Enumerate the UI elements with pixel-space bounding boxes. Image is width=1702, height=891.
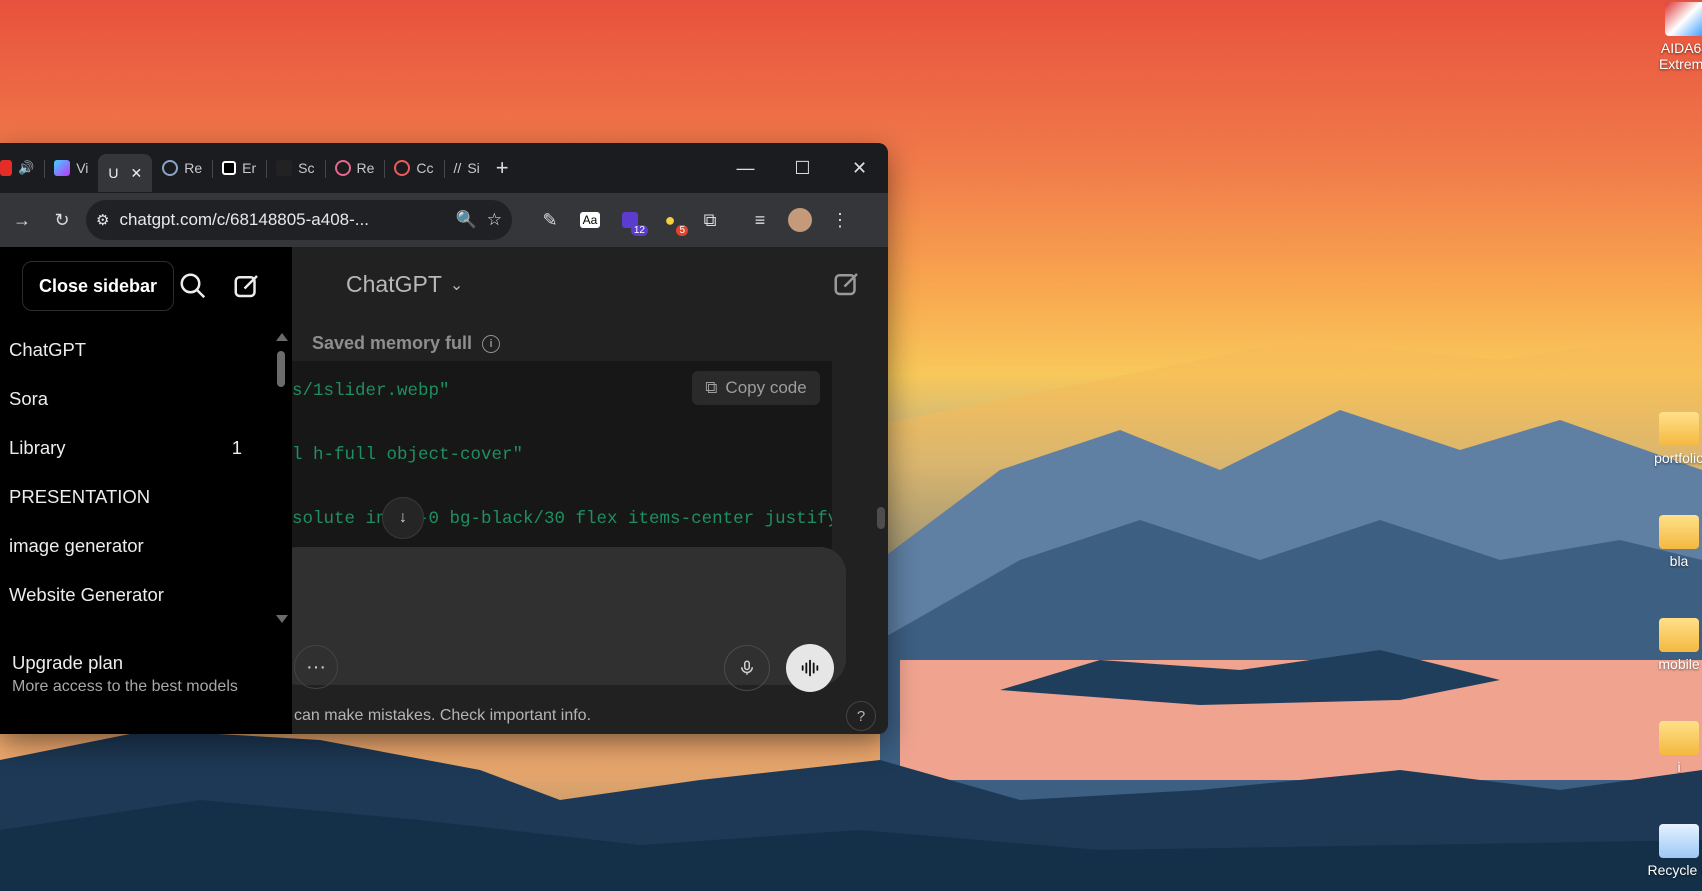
tab-er[interactable]: Er <box>212 151 266 185</box>
code-line: solute inset-0 bg-black/30 flex items-ce… <box>292 509 832 529</box>
new-tab-button[interactable]: + <box>496 155 509 181</box>
arrow-down-icon: ↓ <box>399 509 407 526</box>
audio-playing-icon: 🔊 <box>18 160 35 175</box>
browser-window: 🔊 Vi U ✕ Re Er Sc Re Cc // Si + — ☐ ✕ → … <box>0 143 888 734</box>
new-chat-icon[interactable] <box>232 271 262 301</box>
recycle-bin-icon <box>1659 824 1699 858</box>
window-controls: — ☐ ✕ <box>717 143 888 193</box>
extension-bulb-icon[interactable]: ● 5 <box>654 204 688 236</box>
zoom-icon[interactable]: 🔍 <box>456 210 477 230</box>
folder-icon <box>1659 721 1699 755</box>
maximize-button[interactable]: ☐ <box>774 143 831 193</box>
scroll-down-arrow-icon[interactable] <box>276 615 288 623</box>
disclaimer-text: can make mistakes. Check important info. <box>294 707 592 724</box>
tab-react-1[interactable]: Re <box>152 151 212 185</box>
code-line: s/1slider.webp" <box>292 381 450 401</box>
tab-si[interactable]: // Si <box>443 151 490 185</box>
folder-icon <box>1659 618 1699 652</box>
aida64-icon <box>1665 2 1702 36</box>
sidebar: Close sidebar ChatGPT Sora Library 1 PRES… <box>0 247 292 734</box>
chat-main: ChatGPT ⌄ Saved memory full i ⧉ Copy cod… <box>292 247 888 734</box>
react-icon <box>162 160 179 176</box>
page-content: Close sidebar ChatGPT Sora Library 1 PRES… <box>0 247 888 734</box>
extension-badge-12: 12 <box>630 225 648 236</box>
voice-mode-button[interactable] <box>786 644 834 692</box>
copy-icon: ⧉ <box>705 378 718 397</box>
forward-icon[interactable]: → <box>6 204 38 236</box>
close-tab-icon[interactable]: ✕ <box>131 165 143 182</box>
site-settings-icon[interactable]: ⚙ <box>96 211 109 229</box>
chat-scrollbar-thumb[interactable] <box>877 507 885 529</box>
library-count: 1 <box>231 436 242 458</box>
sidebar-item-sora[interactable]: Sora <box>0 374 270 423</box>
extensions-puzzle-icon[interactable]: ⧉ <box>694 204 726 236</box>
close-window-button[interactable]: ✕ <box>831 143 888 193</box>
scrollbar-thumb[interactable] <box>277 351 285 387</box>
more-options-button[interactable]: ··· <box>294 645 338 689</box>
close-sidebar-tooltip: Close sidebar <box>22 261 174 311</box>
scroll-to-bottom-button[interactable]: ↓ <box>382 497 424 539</box>
url-text[interactable]: chatgpt.com/c/68148805-a408-... <box>119 210 445 230</box>
info-icon[interactable]: i <box>482 334 501 353</box>
tab-react-2[interactable]: Re <box>324 151 385 185</box>
profile-avatar[interactable] <box>784 204 816 236</box>
reload-icon[interactable]: ↻ <box>46 204 78 236</box>
tab-strip: 🔊 Vi U ✕ Re Er Sc Re Cc // Si + — ☐ ✕ <box>0 143 888 193</box>
browser-menu-icon[interactable]: ⋮ <box>824 204 856 236</box>
dark-icon <box>276 160 293 176</box>
dictate-button[interactable] <box>724 645 770 691</box>
code-line: l h-full object-cover" <box>292 445 524 465</box>
swirl-icon <box>394 160 411 176</box>
sidebar-item-image-generator[interactable]: image generator <box>0 521 270 570</box>
voice-waveform-icon <box>801 659 819 677</box>
slash-icon: // <box>453 160 462 176</box>
help-button[interactable]: ? <box>846 701 876 731</box>
desktop-icon-recycle-bin[interactable]: Recycle B <box>1634 824 1702 878</box>
sidebar-item-website-generator[interactable]: Website Generator <box>0 570 270 619</box>
scroll-up-arrow-icon[interactable] <box>276 333 288 341</box>
chat-header: ChatGPT ⌄ <box>292 247 888 325</box>
sidebar-item-presentation[interactable]: PRESENTATION <box>0 472 270 521</box>
dictionary-extension-icon[interactable]: Aa <box>574 204 606 236</box>
address-bar[interactable]: ⚙ chatgpt.com/c/68148805-a408-... 🔍 ☆ <box>86 200 512 240</box>
desktop-icon-mobile[interactable]: mobile <box>1634 618 1702 672</box>
folder-icon <box>1659 515 1699 549</box>
vite-icon <box>54 160 71 176</box>
microphone-icon <box>741 660 753 675</box>
bookmark-star-icon[interactable]: ☆ <box>487 210 502 230</box>
tab-chatgpt[interactable]: U ✕ <box>98 154 153 192</box>
browser-toolbar: → ↻ ⚙ chatgpt.com/c/68148805-a408-... 🔍 … <box>0 193 888 247</box>
extension-badge-5: 5 <box>676 225 688 236</box>
youtube-icon <box>0 160 12 176</box>
search-icon[interactable] <box>178 271 208 301</box>
chevron-down-icon: ⌄ <box>449 276 464 294</box>
sidebar-list: ChatGPT Sora Library 1 PRESENTATION image… <box>0 325 270 619</box>
sidebar-item-library[interactable]: Library 1 <box>0 423 270 472</box>
folder-icon <box>1659 412 1699 446</box>
tab-vite[interactable]: Vi <box>44 151 98 185</box>
memory-notice[interactable]: Saved memory full i <box>312 333 501 354</box>
desktop-icon-bla[interactable]: bla <box>1634 515 1702 569</box>
desktop-icon-i[interactable]: i <box>1634 721 1702 775</box>
react-pink-icon <box>334 160 351 176</box>
tab-cc[interactable]: Cc <box>384 151 443 185</box>
eyedropper-extension-icon[interactable]: ✎ <box>534 204 566 236</box>
desktop-icon-portfolio[interactable]: portfolio <box>1634 412 1702 466</box>
new-chat-header-icon[interactable] <box>832 269 862 299</box>
desktop-icon-aida64[interactable]: AIDA64 Extreme <box>1640 2 1702 72</box>
model-selector[interactable]: ChatGPT ⌄ <box>346 271 463 298</box>
square-icon <box>222 161 237 175</box>
extension-purple-icon[interactable]: 12 <box>614 204 648 236</box>
sidebar-item-chatgpt[interactable]: ChatGPT <box>0 325 270 374</box>
tab-youtube[interactable]: 🔊 <box>0 151 44 185</box>
chat-scrollbar[interactable] <box>874 361 888 561</box>
sidebar-scrollbar[interactable] <box>276 333 288 633</box>
ellipsis-icon: ··· <box>306 655 326 678</box>
upgrade-plan-button[interactable]: Upgrade plan More access to the best mod… <box>12 652 238 696</box>
minimize-button[interactable]: — <box>717 143 774 193</box>
tab-sc[interactable]: Sc <box>266 151 324 185</box>
code-block: ⧉ Copy code s/1slider.webp" l h-full obj… <box>292 361 832 549</box>
media-control-icon[interactable]: ≡ <box>744 204 776 236</box>
copy-code-button[interactable]: ⧉ Copy code <box>692 371 820 405</box>
